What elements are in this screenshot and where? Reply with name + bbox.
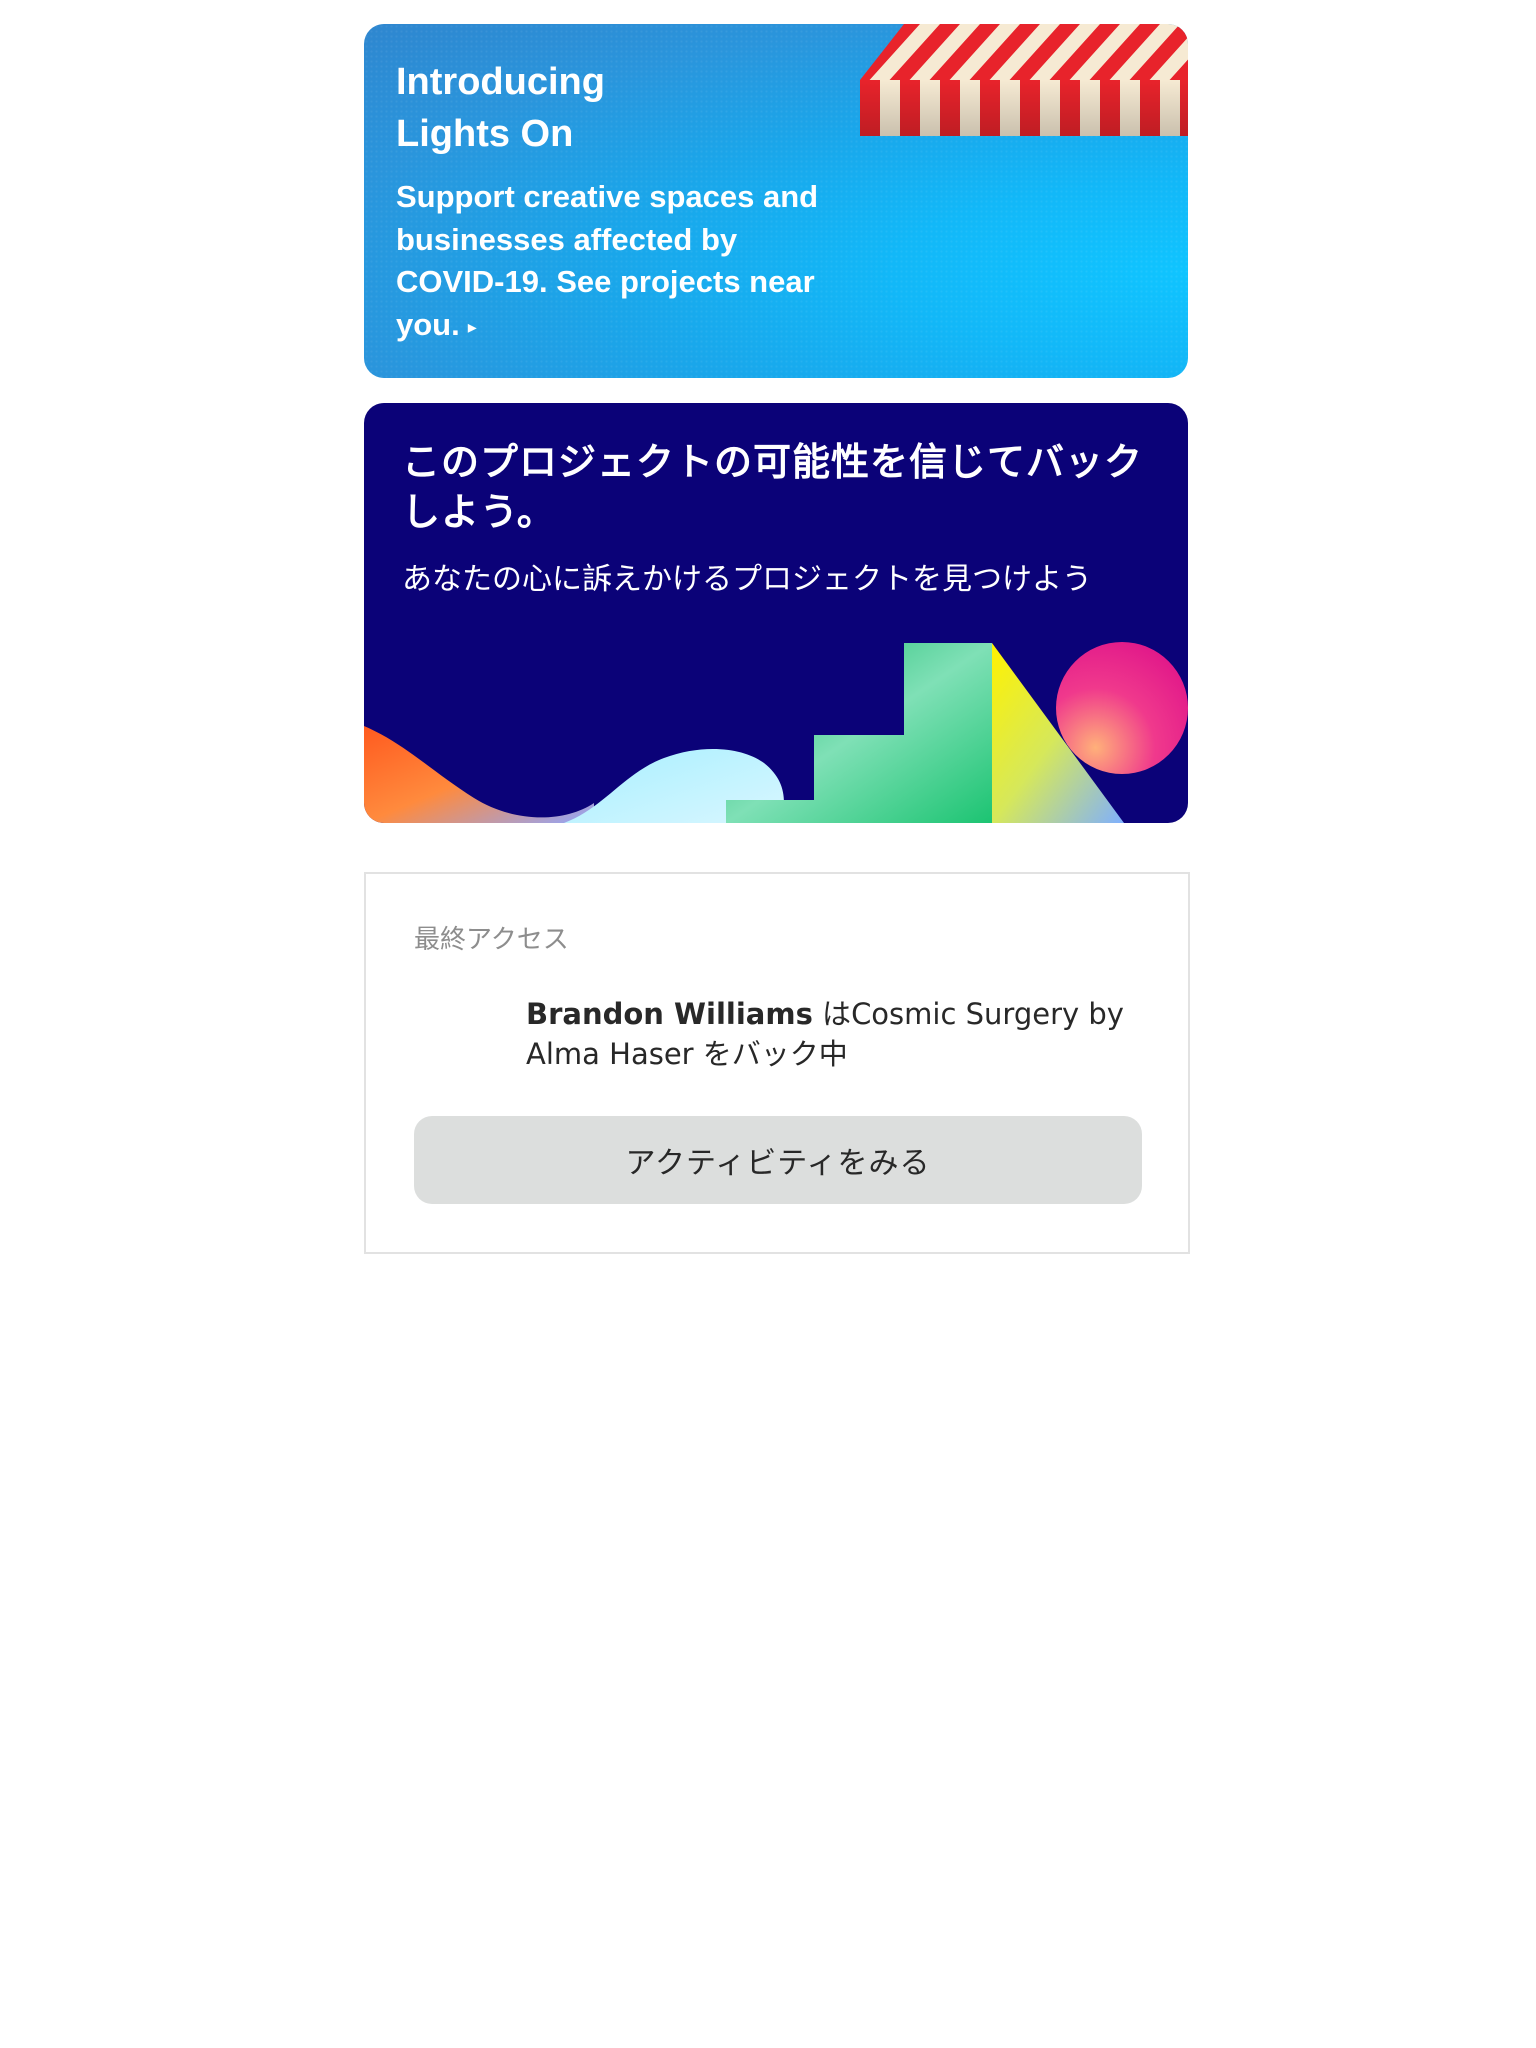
lights-on-description: Support creative spaces and businesses a…	[396, 179, 819, 342]
awning-illustration	[860, 24, 1188, 136]
recent-activity-text: Brandon Williams はCosmic Surgery by Alma…	[526, 994, 1126, 1074]
backer-name[interactable]: Brandon Williams	[526, 997, 813, 1031]
lights-on-promo-card[interactable]: Introducing Lights On Support creative sp…	[364, 24, 1188, 378]
recent-access-panel: 最終アクセス Brandon Williams はCosmic Surgery …	[364, 872, 1190, 1254]
back-project-subtitle: あなたの心に訴えかけるプロジェクトを見つけよう	[402, 562, 1092, 597]
page: Introducing Lights On Support creative sp…	[0, 0, 1536, 2048]
activity-suffix: をバック中	[693, 1037, 848, 1071]
back-project-promo-card[interactable]: このプロジェクトの可能性を信じてバックしよう。 あなたの心に訴えかけるプロジェク…	[364, 403, 1188, 823]
play-arrow-icon: ▸	[467, 316, 477, 337]
activity-connector: は	[812, 997, 852, 1031]
recent-access-label: 最終アクセス	[414, 925, 569, 955]
view-activity-button[interactable]: アクティビティをみる	[414, 1116, 1142, 1204]
lights-on-title: Introducing Lights On	[396, 61, 605, 155]
back-project-title: このプロジェクトの可能性を信じてバックしよう。	[402, 440, 1144, 534]
